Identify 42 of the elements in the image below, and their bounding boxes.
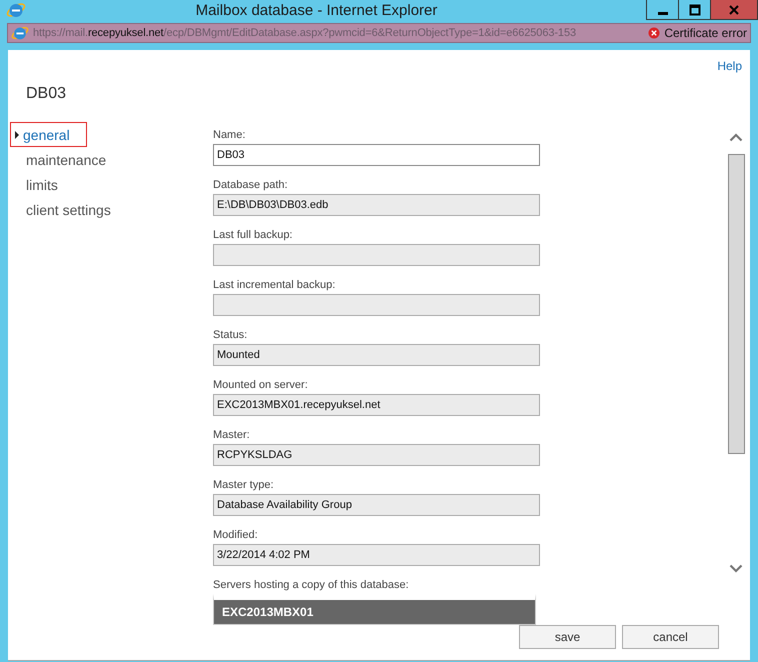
error-icon — [648, 27, 660, 39]
field-label: Master type: — [213, 478, 275, 492]
url-text: https://mail.recepyuksel.net/ecp/DBMgmt/EditDatabase.aspx?pwmcid=6&ReturnObjectType=1&id=e6625063-153 — [33, 27, 577, 39]
close-button[interactable] — [710, 0, 758, 20]
field-label: Servers hosting a copy of this database: — [213, 578, 410, 592]
input-field: Mounted — [213, 344, 540, 366]
input-field: E:\DB\DB03\DB03.edb — [213, 194, 540, 216]
help-link[interactable]: Help — [717, 59, 742, 77]
field-label: Database path: — [213, 178, 289, 192]
field-label: Mounted on server: — [213, 378, 309, 392]
nav-item[interactable]: general — [10, 122, 87, 147]
nav-item[interactable]: maintenance — [12, 147, 106, 172]
caret-icon — [15, 130, 19, 138]
address-bar[interactable]: https://mail.recepyuksel.net/ecp/DBMgmt/EditDatabase.aspx?pwmcid=6&ReturnObjectType=1&id=e6625063-153 Certificate error — [7, 23, 751, 43]
field-label: Modified: — [213, 528, 259, 542]
close-icon — [728, 4, 740, 16]
field-label: Name: — [213, 128, 246, 142]
server-list[interactable]: EXC2013MBX01 — [213, 594, 536, 625]
browser-logo-icon — [11, 24, 29, 42]
input-field: 3/22/2014 4:02 PM — [213, 544, 540, 566]
field-label: Last full backup: — [213, 228, 294, 242]
action-button[interactable]: save — [519, 625, 616, 649]
page-heading: DB03 — [25, 84, 68, 104]
scroll-down-icon[interactable] — [729, 564, 743, 573]
nav-item[interactable]: limits — [12, 172, 58, 197]
field-label: Last incremental backup: — [213, 278, 336, 292]
input-field: RCPYKSLDAG — [213, 444, 540, 466]
certificate-error-label[interactable]: Certificate error — [664, 26, 747, 40]
action-button[interactable]: cancel — [622, 625, 719, 649]
minimize-icon — [658, 12, 668, 15]
maximize-icon — [688, 4, 700, 16]
input-field: Database Availability Group — [213, 494, 540, 516]
window-title: Mailbox database - Internet Explorer — [194, 2, 438, 18]
input-field[interactable]: DB03 — [213, 144, 540, 166]
field-label: Master: — [213, 428, 251, 442]
scrollbar-thumb[interactable] — [728, 154, 744, 454]
list-item[interactable]: EXC2013MBX01 — [214, 600, 535, 624]
input-field: EXC2013MBX01.recepyuksel.net — [213, 394, 540, 416]
field-label: Status: — [213, 328, 248, 342]
minimize-button[interactable] — [646, 0, 679, 20]
scroll-up-icon[interactable] — [729, 133, 743, 142]
nav-item[interactable]: client settings — [12, 197, 111, 222]
